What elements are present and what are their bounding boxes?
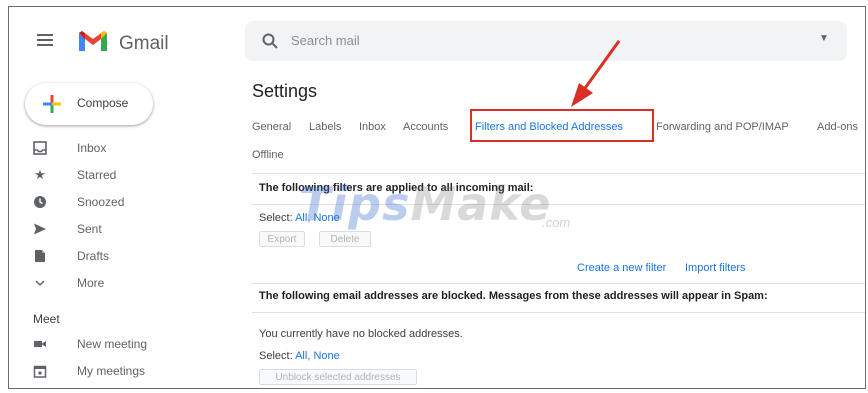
sidebar-item-starred[interactable]: ★ Starred xyxy=(33,166,213,186)
import-filters-link[interactable]: Import filters xyxy=(685,262,746,274)
search-bar[interactable]: Search mail ▼ xyxy=(245,21,847,61)
blocked-select-row: Select: All, None xyxy=(259,350,340,362)
star-icon: ★ xyxy=(34,167,46,182)
select-none-link[interactable]: None xyxy=(313,350,339,362)
sidebar-item-inbox[interactable]: Inbox xyxy=(33,139,213,159)
sidebar-item-label: My meetings xyxy=(77,364,146,378)
tab-add-ons[interactable]: Add-ons xyxy=(817,121,858,133)
select-label: Select: xyxy=(259,212,293,224)
tab-forwarding-pop-imap[interactable]: Forwarding and POP/IMAP xyxy=(656,121,789,133)
tab-labels[interactable]: Labels xyxy=(309,121,341,133)
unblock-selected-button[interactable]: Unblock selected addresses xyxy=(259,369,417,385)
video-icon xyxy=(34,341,46,347)
sidebar-item-label: More xyxy=(77,276,105,290)
no-blocked-text: You currently have no blocked addresses. xyxy=(259,328,463,340)
meet-heading: Meet xyxy=(33,312,60,326)
sidebar-item-label: New meeting xyxy=(77,337,148,351)
gmail-wordmark: Gmail xyxy=(119,33,169,54)
watermark: TipsMake xyxy=(299,177,551,231)
gmail-logo-icon[interactable] xyxy=(77,29,109,53)
sidebar-item-new-meeting[interactable]: New meeting xyxy=(33,335,213,355)
divider xyxy=(252,283,865,284)
select-separator: , xyxy=(307,350,311,362)
sidebar-item-sent[interactable]: Sent xyxy=(33,220,213,240)
delete-button[interactable]: Delete xyxy=(319,231,371,247)
clock-icon xyxy=(34,196,46,208)
divider xyxy=(252,312,865,313)
sidebar-item-label: Starred xyxy=(77,168,117,182)
highlight-annotation xyxy=(470,109,654,142)
export-button[interactable]: Export xyxy=(259,231,305,247)
tab-general[interactable]: General xyxy=(252,121,291,133)
plus-icon xyxy=(43,95,61,113)
select-all-link[interactable]: All xyxy=(295,350,307,362)
divider xyxy=(252,173,865,174)
draft-icon xyxy=(35,250,45,262)
select-label: Select: xyxy=(259,350,293,362)
calendar-icon xyxy=(33,365,47,378)
sidebar-item-snoozed[interactable]: Snoozed xyxy=(33,193,213,213)
watermark-first: Tips xyxy=(299,177,411,231)
tab-inbox[interactable]: Inbox xyxy=(359,121,386,133)
tab-offline[interactable]: Offline xyxy=(252,149,284,161)
annotation-arrow-icon xyxy=(571,40,621,107)
blocked-heading: The following email addresses are blocke… xyxy=(259,290,768,302)
inbox-icon xyxy=(33,141,47,155)
sidebar-item-more[interactable]: More xyxy=(33,274,213,294)
sidebar-item-label: Snoozed xyxy=(77,195,125,209)
watermark-suffix: .com xyxy=(542,215,571,230)
page-title: Settings xyxy=(252,81,318,101)
create-filter-link[interactable]: Create a new filter xyxy=(577,262,666,274)
compose-label: Compose xyxy=(77,96,129,110)
send-icon xyxy=(34,223,46,235)
sidebar-item-label: Drafts xyxy=(77,249,110,263)
tab-accounts[interactable]: Accounts xyxy=(403,121,448,133)
sidebar-item-my-meetings[interactable]: My meetings xyxy=(33,362,213,382)
search-options-icon[interactable]: ▼ xyxy=(819,33,829,44)
main-menu-icon[interactable] xyxy=(37,34,53,49)
compose-button[interactable]: Compose xyxy=(25,83,153,125)
search-icon[interactable] xyxy=(261,32,279,50)
sidebar-item-label: Inbox xyxy=(77,141,107,155)
sidebar-item-drafts[interactable]: Drafts xyxy=(33,247,213,267)
search-input[interactable]: Search mail xyxy=(291,33,360,48)
gmail-window: Gmail Search mail ▼ Compose Inbox ★ Star… xyxy=(8,6,866,389)
watermark-rest: Make xyxy=(410,177,552,231)
chevron-down-icon xyxy=(35,280,45,287)
sidebar-item-label: Sent xyxy=(77,222,102,236)
